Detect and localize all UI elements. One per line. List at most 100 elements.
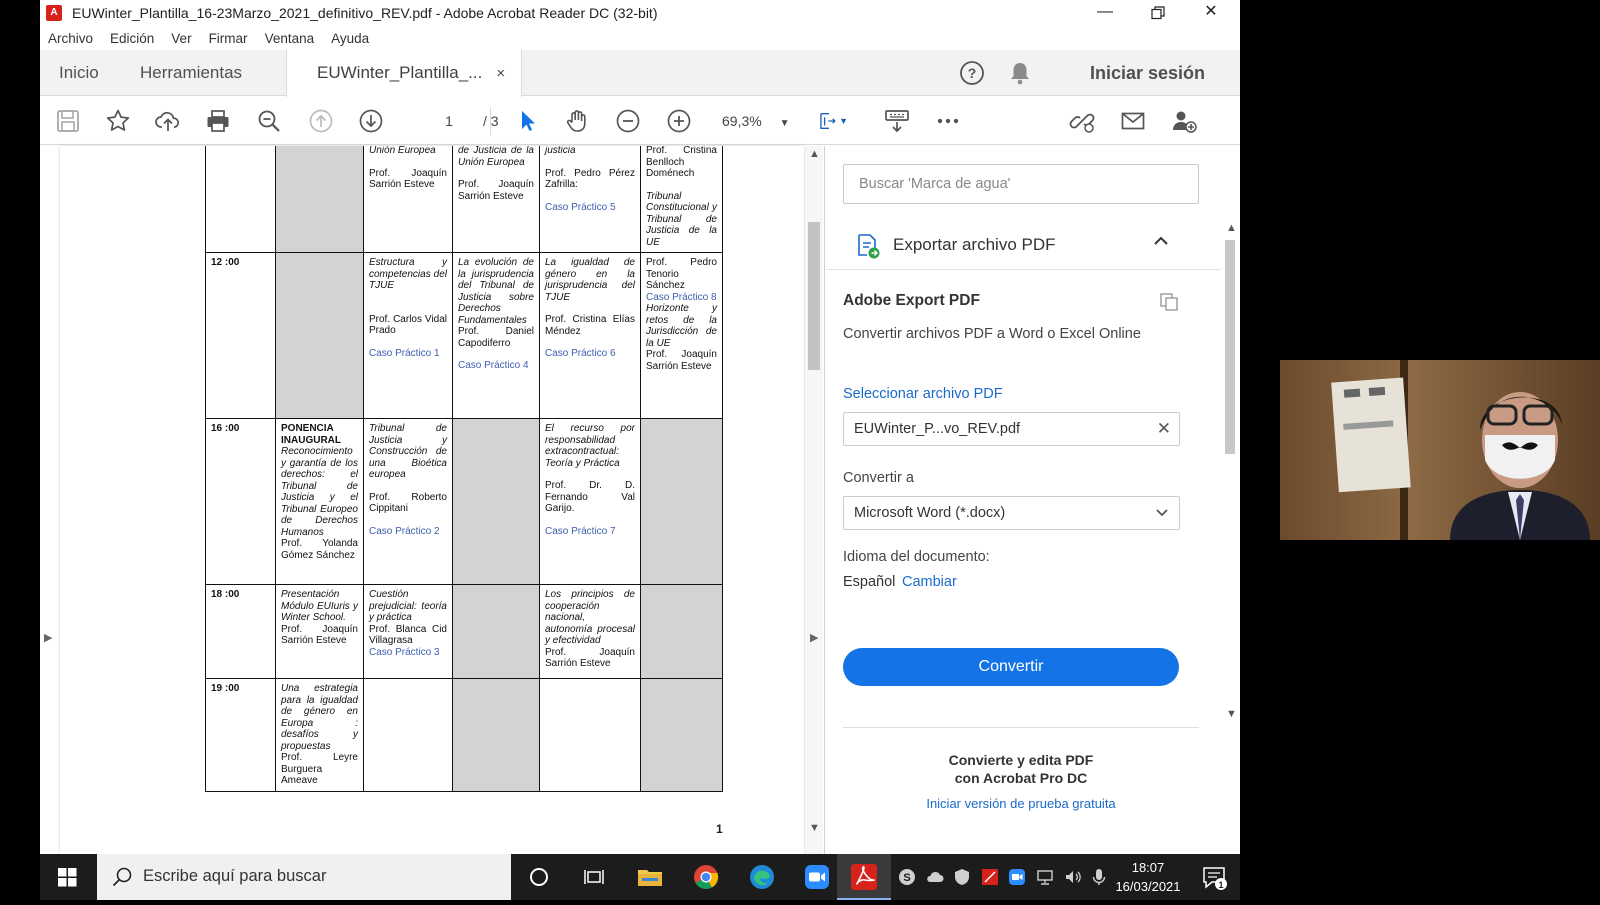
document-scrollbar[interactable]: ▲ ▼ xyxy=(805,146,823,854)
taskbar-clock[interactable]: 18:07 16/03/2021 xyxy=(1103,858,1193,896)
tab-close-icon[interactable]: × xyxy=(496,65,505,82)
case-study-link[interactable]: Caso Práctico 5 xyxy=(545,202,635,214)
left-panel-expand-icon[interactable]: ▶ xyxy=(44,631,52,644)
file-explorer-icon[interactable] xyxy=(635,862,665,892)
acrobat-taskbar-button[interactable] xyxy=(837,854,891,900)
zoom-level-select[interactable]: 69,3% ▼ xyxy=(722,109,790,136)
professor-name: Prof. Blanca Cid Villagrasa xyxy=(369,623,447,647)
skype-tray-icon[interactable]: S xyxy=(892,862,922,892)
network-tray-icon[interactable] xyxy=(1030,862,1060,892)
tab-inicio[interactable]: Inicio xyxy=(59,50,99,96)
page-up-icon[interactable] xyxy=(306,107,336,135)
change-language-link[interactable]: Cambiar xyxy=(902,574,957,590)
menu-edicion[interactable]: Edición xyxy=(110,31,154,46)
scroll-up-icon[interactable]: ▲ xyxy=(809,148,820,160)
zoom-tray-icon[interactable] xyxy=(1002,862,1032,892)
notifications-icon[interactable]: 1 xyxy=(1200,864,1228,892)
case-study-link[interactable]: Caso Práctico 8 xyxy=(646,292,717,304)
tab-herramientas[interactable]: Herramientas xyxy=(140,50,242,96)
page-fit-dropdown-icon: ▼ xyxy=(839,116,848,126)
share-link-icon[interactable] xyxy=(1067,107,1097,135)
menu-firmar[interactable]: Firmar xyxy=(209,31,248,46)
taskbar: Escribe aquí para buscar S 18:07 16/03/2… xyxy=(40,854,1240,900)
select-cursor-icon[interactable] xyxy=(512,107,542,135)
menu-archivo[interactable]: Archivo xyxy=(48,31,93,46)
hand-tool-icon[interactable] xyxy=(562,107,592,135)
upload-cloud-icon[interactable] xyxy=(153,107,183,135)
adobe-export-description: Convertir archivos PDF a Word o Excel On… xyxy=(843,326,1141,342)
panel-scrollbar-thumb[interactable] xyxy=(1225,240,1235,454)
zoom-out-search-icon[interactable] xyxy=(254,107,284,135)
case-study-link[interactable]: Caso Práctico 7 xyxy=(545,526,635,538)
menu-ver[interactable]: Ver xyxy=(171,31,191,46)
professor-name: Prof. Leyre Burguera Ameave xyxy=(281,752,358,786)
clear-file-icon[interactable]: ✕ xyxy=(1157,413,1171,445)
schedule-cell: Tribunal de Justicia y Construcción de u… xyxy=(363,418,453,585)
schedule-cell: justicia Prof. Pedro Pérez Zafrilla: Caso … xyxy=(539,146,641,253)
document-viewer[interactable]: ▶ Unión Europea Prof. Joaquín Sarrión Est… xyxy=(40,146,825,854)
tab-document[interactable]: EUWinter_Plantilla_... × xyxy=(286,50,523,97)
select-pdf-link[interactable]: Seleccionar archivo PDF xyxy=(843,386,1003,402)
minimize-icon[interactable]: — xyxy=(1078,0,1132,26)
case-study-link[interactable]: Caso Práctico 1 xyxy=(369,348,447,360)
cortana-icon[interactable] xyxy=(524,862,554,892)
session-title xyxy=(369,481,447,492)
session-title xyxy=(646,180,717,191)
panel-scroll-up-icon[interactable]: ▲ xyxy=(1226,222,1237,234)
email-icon[interactable] xyxy=(1118,107,1148,135)
windows-start-icon[interactable] xyxy=(40,854,96,900)
acrobat-tray-icon[interactable] xyxy=(975,862,1005,892)
page-fit-icon[interactable]: ▼ xyxy=(818,107,848,135)
promo-line-2: con Acrobat Pro DC xyxy=(954,770,1088,786)
right-panel-collapse-icon[interactable]: ▶ xyxy=(810,631,818,644)
convert-button[interactable]: Convertir xyxy=(843,648,1179,686)
edge-icon[interactable] xyxy=(747,862,777,892)
zoom-out-icon[interactable] xyxy=(613,107,643,135)
security-tray-icon[interactable] xyxy=(947,862,977,892)
document-scrollbar-thumb[interactable] xyxy=(808,222,820,370)
case-study-link[interactable]: Caso Práctico 4 xyxy=(458,360,534,372)
panel-scrollbar[interactable]: ▲ ▼ xyxy=(1221,222,1239,722)
free-trial-link[interactable]: Iniciar versión de prueba gratuita xyxy=(843,796,1199,811)
page-number-input[interactable]: 1 xyxy=(426,109,472,133)
task-view-icon[interactable] xyxy=(579,862,609,892)
page-down-icon[interactable] xyxy=(356,107,386,135)
export-pdf-header[interactable]: Exportar archivo PDF xyxy=(826,222,1221,270)
professor-name: Prof. Joaquín Sarrión Esteve xyxy=(458,179,534,202)
case-study-link[interactable]: Caso Práctico 2 xyxy=(369,526,447,538)
sign-in-link[interactable]: Iniciar sesión xyxy=(1090,50,1205,96)
schedule-table: Unión Europea Prof. Joaquín Sarrión Estev… xyxy=(205,146,723,792)
professor-name: Prof. Joaquín Sarrión Esteve xyxy=(281,623,358,647)
close-icon[interactable]: ✕ xyxy=(1184,0,1238,26)
export-pdf-title: Exportar archivo PDF xyxy=(893,235,1056,254)
menu-ayuda[interactable]: Ayuda xyxy=(331,31,369,46)
format-select[interactable]: Microsoft Word (*.docx) xyxy=(843,496,1180,530)
more-tools-icon[interactable] xyxy=(933,107,963,135)
session-title: Cuestión prejudicial: teoría y práctica xyxy=(369,589,447,623)
save-icon[interactable] xyxy=(53,107,83,135)
collapse-chevron-icon[interactable] xyxy=(1153,234,1169,253)
session-title: Presentación Módulo EUIuris y Winter Sch… xyxy=(281,589,358,623)
tools-search-input[interactable]: Buscar 'Marca de agua' xyxy=(843,164,1199,204)
scroll-mode-icon[interactable] xyxy=(882,107,912,135)
print-icon[interactable] xyxy=(203,107,233,135)
help-icon[interactable]: ? xyxy=(958,59,986,87)
zoom-app-icon[interactable] xyxy=(802,862,832,892)
bell-icon[interactable] xyxy=(1006,59,1034,87)
copy-icon[interactable] xyxy=(1159,292,1179,317)
panel-scroll-down-icon[interactable]: ▼ xyxy=(1226,708,1237,720)
restore-icon[interactable] xyxy=(1131,0,1185,26)
selected-file-field[interactable]: EUWinter_P...vo_REV.pdf ✕ xyxy=(843,412,1180,446)
menu-ventana[interactable]: Ventana xyxy=(265,31,315,46)
cloud-tray-icon[interactable] xyxy=(920,862,950,892)
scroll-down-icon[interactable]: ▼ xyxy=(809,822,820,834)
case-study-link[interactable]: Caso Práctico 6 xyxy=(545,348,635,360)
add-user-icon[interactable] xyxy=(1169,107,1199,135)
case-study-link[interactable]: Caso Práctico 3 xyxy=(369,647,447,659)
taskbar-search-box[interactable]: Escribe aquí para buscar xyxy=(97,854,511,900)
zoom-in-icon[interactable] xyxy=(664,107,694,135)
schedule-time xyxy=(205,146,276,253)
schedule-cell xyxy=(275,146,364,253)
chrome-icon[interactable] xyxy=(691,862,721,892)
bookmark-star-icon[interactable] xyxy=(103,107,133,135)
